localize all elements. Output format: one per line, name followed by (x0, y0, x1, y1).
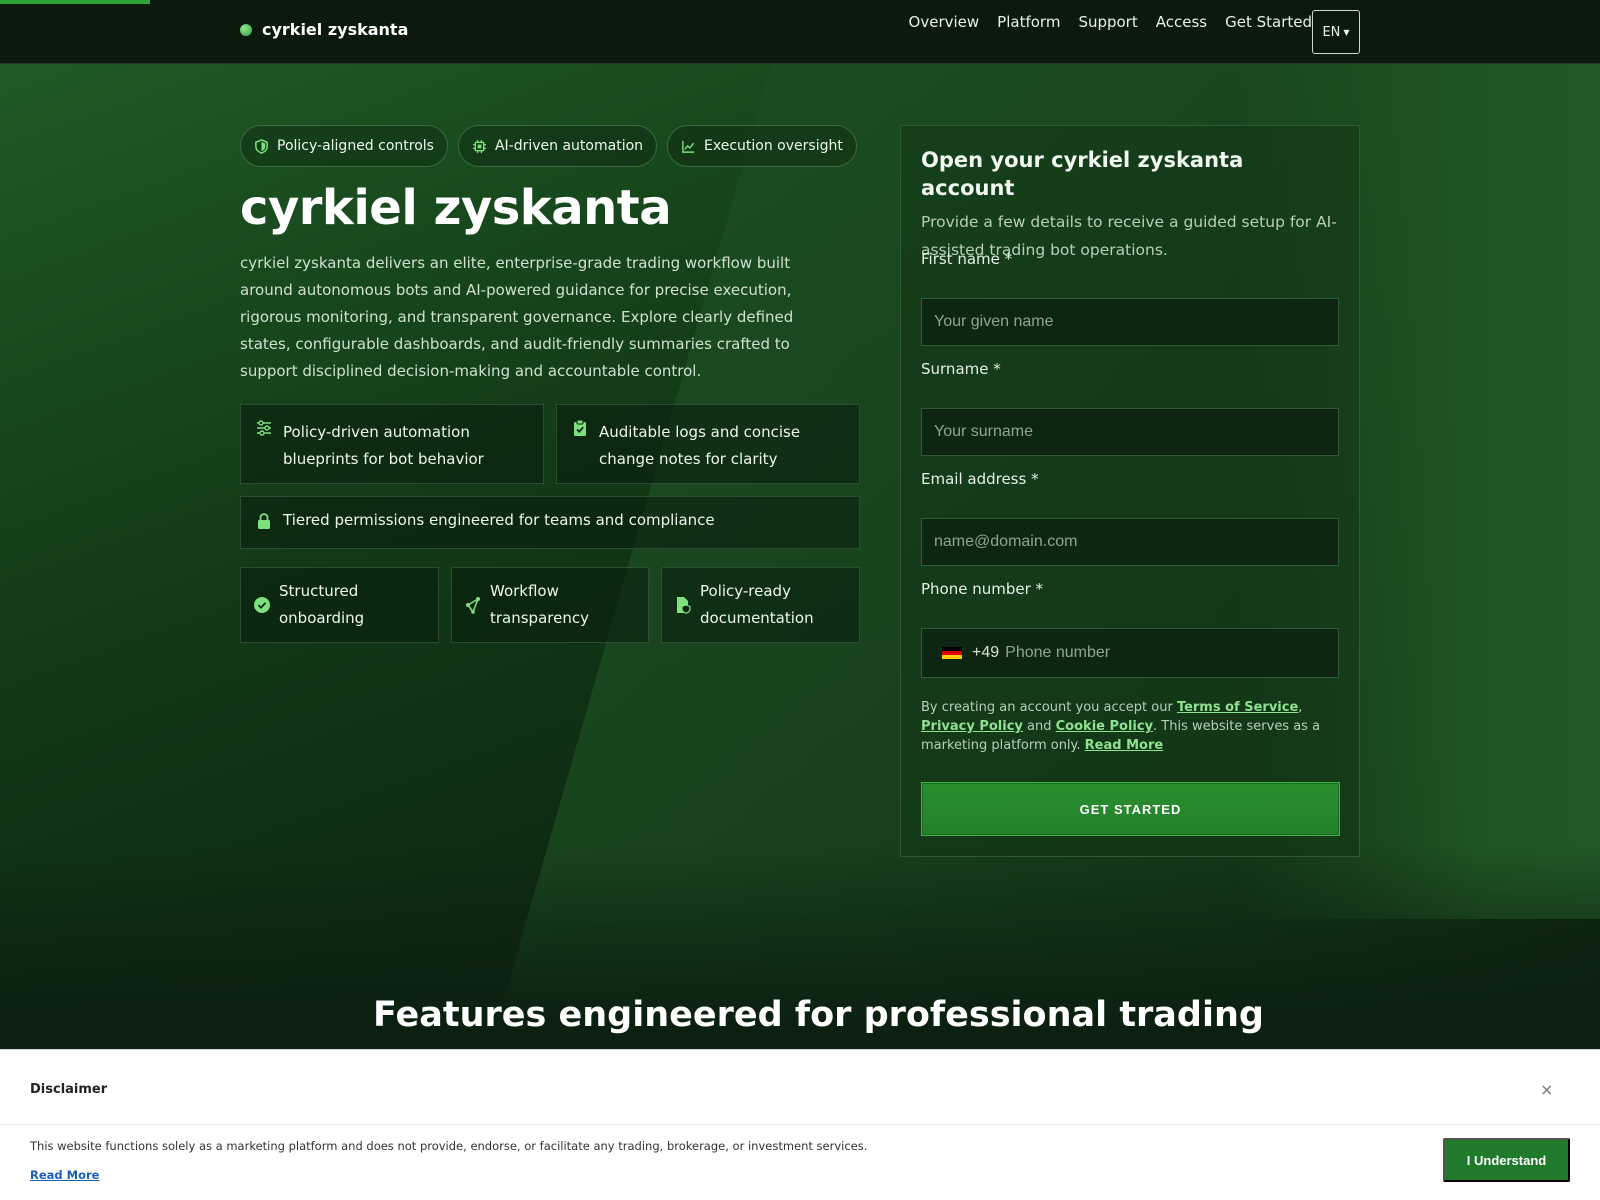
caret-down-icon: ▼ (1343, 27, 1350, 37)
highlight-structured-onboarding: Structured onboarding (240, 567, 439, 643)
phone-label: Phone number * (921, 580, 1044, 598)
badge-label: Execution oversight (704, 138, 843, 154)
close-icon[interactable]: × (1540, 1080, 1553, 1099)
brand-name: cyrkiel zyskanta (262, 20, 409, 39)
email-label: Email address * (921, 470, 1039, 488)
hero-description: cyrkiel zyskanta delivers an elite, ente… (240, 254, 794, 380)
feature-card-permissions: Tiered permissions engineered for teams … (240, 496, 860, 549)
email-input[interactable] (934, 533, 1326, 551)
cookie-policy-link[interactable]: Cookie Policy (1056, 719, 1153, 734)
surname-field[interactable] (921, 408, 1339, 456)
signup-form: Open your cyrkiel zyskanta account Provi… (900, 125, 1360, 857)
brand-logo-dot (240, 23, 252, 36)
badge-policy-controls: Policy-aligned controls (240, 125, 448, 167)
highlight-workflow-transparency: Workflow transparency (451, 567, 649, 643)
main-nav: Overview Platform Support Access Get Sta… (909, 12, 1312, 32)
surname-label: Surname * (921, 360, 1001, 378)
terms-prefix: By creating an account you accept our (921, 700, 1177, 715)
email-field[interactable] (921, 518, 1339, 566)
feature-text: Policy-driven automation blueprints for … (283, 423, 484, 468)
highlight-text: Structured onboarding (279, 582, 365, 627)
nav-overview[interactable]: Overview (909, 12, 980, 32)
get-started-button[interactable]: GET STARTED (921, 782, 1340, 836)
hero-badges: Policy-aligned controls AI-driven automa… (240, 125, 857, 167)
first-name-input[interactable] (934, 313, 1326, 331)
file-shield-icon (677, 597, 691, 614)
brand[interactable]: cyrkiel zyskanta (240, 20, 408, 39)
disclaimer-banner: Disclaimer × This website functions sole… (0, 1049, 1600, 1200)
badge-ai-automation: AI-driven automation (457, 125, 658, 167)
feature-card-logs: Auditable logs and concise change notes … (556, 404, 860, 484)
phone-dial-code: +49 (972, 644, 1000, 661)
terms-comma: , (1298, 700, 1303, 715)
sliders-icon (257, 420, 271, 436)
first-name-label: First name * (921, 250, 1013, 268)
nav-platform[interactable]: Platform (997, 12, 1060, 32)
nav-support[interactable]: Support (1078, 12, 1137, 32)
lock-icon (258, 512, 270, 529)
chip-icon (472, 139, 487, 153)
disclaimer-title: Disclaimer (30, 1082, 108, 1097)
phone-input[interactable] (1005, 644, 1326, 662)
language-selector[interactable]: EN ▼ (1312, 10, 1360, 54)
highlight-text: Workflow transparency (490, 582, 589, 627)
nav-get-started[interactable]: Get Started (1225, 12, 1312, 32)
terms-of-service-link[interactable]: Terms of Service (1177, 700, 1298, 715)
i-understand-button[interactable]: I Understand (1443, 1138, 1570, 1182)
clipboard-check-icon (574, 419, 586, 436)
site-header: cyrkiel zyskanta Overview Platform Suppo… (0, 0, 1600, 64)
line-chart-icon (682, 140, 695, 153)
highlight-policy-documentation: Policy-ready documentation (661, 567, 860, 643)
badge-execution-oversight: Execution oversight (667, 125, 857, 167)
features-section-title: Features engineered for professional tra… (373, 995, 1264, 1035)
check-circle-icon (254, 597, 270, 613)
terms-read-more-link[interactable]: Read More (1085, 738, 1164, 753)
feature-text: Auditable logs and concise change notes … (599, 423, 801, 468)
form-title: Open your cyrkiel zyskanta account (921, 148, 1244, 200)
phone-field[interactable]: +49 (921, 628, 1339, 678)
highlight-text: Policy-ready documentation (700, 582, 814, 627)
privacy-policy-link[interactable]: Privacy Policy (921, 719, 1023, 734)
hero-title: cyrkiel zyskanta (240, 180, 672, 236)
disclaimer-read-more-link[interactable]: Read More (30, 1168, 99, 1182)
badge-label: AI-driven automation (494, 138, 644, 154)
language-code: EN (1322, 24, 1341, 40)
shield-icon (255, 138, 268, 154)
germany-flag-icon[interactable] (942, 646, 962, 660)
disclaimer-header: Disclaimer × (0, 1050, 1600, 1125)
page-progress-bar (0, 0, 150, 4)
surname-input[interactable] (934, 423, 1326, 441)
share-nodes-icon (466, 597, 480, 614)
feature-text: Tiered permissions engineered for teams … (283, 511, 715, 529)
feature-card-automation: Policy-driven automation blueprints for … (240, 404, 544, 484)
terms-and: and (1022, 719, 1056, 734)
terms-notice: By creating an account you accept our Te… (921, 698, 1341, 755)
first-name-field[interactable] (921, 298, 1339, 346)
badge-label: Policy-aligned controls (277, 138, 434, 154)
disclaimer-text: This website functions solely as a marke… (30, 1139, 868, 1153)
nav-access[interactable]: Access (1156, 12, 1207, 32)
